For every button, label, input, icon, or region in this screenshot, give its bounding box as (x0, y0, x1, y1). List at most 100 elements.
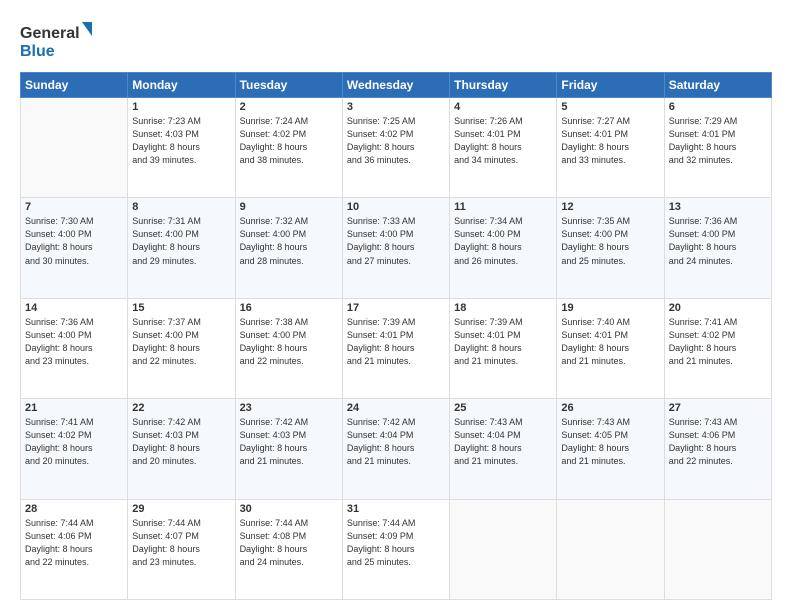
calendar-cell: 10Sunrise: 7:33 AMSunset: 4:00 PMDayligh… (342, 198, 449, 298)
cell-content: Sunrise: 7:44 AMSunset: 4:09 PMDaylight:… (347, 517, 445, 569)
calendar-cell: 15 Sunrise: 7:37 AMSunset: 4:00 PMDayligh… (128, 298, 235, 398)
calendar-cell: 27Sunrise: 7:43 AMSunset: 4:06 PMDayligh… (664, 399, 771, 499)
calendar-cell: 29 Sunrise: 7:44 AMSunset: 4:07 PMDayligh… (128, 499, 235, 599)
calendar-cell: 13 Sunrise: 7:36 AMSunset: 4:00 PMDayligh… (664, 198, 771, 298)
day-header-thursday: Thursday (450, 73, 557, 98)
day-number: 23 (240, 402, 338, 414)
calendar-cell: 20 Sunrise: 7:41 AMSunset: 4:02 PMDayligh… (664, 298, 771, 398)
cell-content: Sunrise: 7:37 AMSunset: 4:00 PMDaylight:… (132, 316, 230, 368)
day-number: 27 (669, 402, 767, 414)
calendar-cell (450, 499, 557, 599)
calendar-cell: 6 Sunrise: 7:29 AMSunset: 4:01 PMDaylight… (664, 98, 771, 198)
calendar-week-2: 7 Sunrise: 7:30 AMSunset: 4:00 PMDaylight… (21, 198, 772, 298)
day-number: 24 (347, 402, 445, 414)
calendar-week-3: 14 Sunrise: 7:36 AMSunset: 4:00 PMDayligh… (21, 298, 772, 398)
cell-content: Sunrise: 7:36 AMSunset: 4:00 PMDaylight:… (669, 215, 767, 267)
day-number: 13 (669, 201, 767, 213)
cell-content: Sunrise: 7:35 AMSunset: 4:00 PMDaylight:… (561, 215, 659, 267)
cell-content: Sunrise: 7:31 AMSunset: 4:00 PMDaylight:… (132, 215, 230, 267)
cell-content: Sunrise: 7:42 AMSunset: 4:03 PMDaylight:… (132, 416, 230, 468)
cell-content: Sunrise: 7:25 AMSunset: 4:02 PMDaylight:… (347, 115, 445, 167)
cell-content: Sunrise: 7:27 AMSunset: 4:01 PMDaylight:… (561, 115, 659, 167)
calendar-table: SundayMondayTuesdayWednesdayThursdayFrid… (20, 72, 772, 600)
calendar-cell: 26Sunrise: 7:43 AMSunset: 4:05 PMDayligh… (557, 399, 664, 499)
calendar-cell: 8Sunrise: 7:31 AMSunset: 4:00 PMDaylight… (128, 198, 235, 298)
calendar-cell: 24 Sunrise: 7:42 AMSunset: 4:04 PMDayligh… (342, 399, 449, 499)
calendar-cell: 19 Sunrise: 7:40 AMSunset: 4:01 PMDayligh… (557, 298, 664, 398)
calendar-cell: 21Sunrise: 7:41 AMSunset: 4:02 PMDayligh… (21, 399, 128, 499)
day-number: 30 (240, 503, 338, 515)
cell-content: Sunrise: 7:36 AMSunset: 4:00 PMDaylight:… (25, 316, 123, 368)
calendar-cell: 18 Sunrise: 7:39 AMSunset: 4:01 PMDayligh… (450, 298, 557, 398)
cell-content: Sunrise: 7:23 AMSunset: 4:03 PMDaylight:… (132, 115, 230, 167)
day-number: 10 (347, 201, 445, 213)
day-number: 22 (132, 402, 230, 414)
day-number: 28 (25, 503, 123, 515)
calendar-cell: 2 Sunrise: 7:24 AMSunset: 4:02 PMDaylight… (235, 98, 342, 198)
day-header-wednesday: Wednesday (342, 73, 449, 98)
cell-content: Sunrise: 7:44 AMSunset: 4:06 PMDaylight:… (25, 517, 123, 569)
day-number: 18 (454, 302, 552, 314)
calendar-cell: 1Sunrise: 7:23 AMSunset: 4:03 PMDaylight… (128, 98, 235, 198)
logo: GeneralBlue (20, 18, 100, 62)
day-number: 29 (132, 503, 230, 515)
cell-content: Sunrise: 7:44 AMSunset: 4:08 PMDaylight:… (240, 517, 338, 569)
svg-text:Blue: Blue (20, 43, 55, 60)
cell-content: Sunrise: 7:39 AMSunset: 4:01 PMDaylight:… (454, 316, 552, 368)
calendar-cell: 23 Sunrise: 7:42 AMSunset: 4:03 PMDayligh… (235, 399, 342, 499)
cell-content: Sunrise: 7:43 AMSunset: 4:04 PMDaylight:… (454, 416, 552, 468)
calendar-cell: 22 Sunrise: 7:42 AMSunset: 4:03 PMDayligh… (128, 399, 235, 499)
cell-content: Sunrise: 7:41 AMSunset: 4:02 PMDaylight:… (669, 316, 767, 368)
cell-content: Sunrise: 7:30 AMSunset: 4:00 PMDaylight:… (25, 215, 123, 267)
day-number: 9 (240, 201, 338, 213)
day-number: 14 (25, 302, 123, 314)
logo-svg: GeneralBlue (20, 18, 100, 62)
calendar-cell: 4 Sunrise: 7:26 AMSunset: 4:01 PMDaylight… (450, 98, 557, 198)
day-number: 5 (561, 101, 659, 113)
calendar-cell: 16Sunrise: 7:38 AMSunset: 4:00 PMDayligh… (235, 298, 342, 398)
day-number: 15 (132, 302, 230, 314)
day-header-tuesday: Tuesday (235, 73, 342, 98)
day-number: 31 (347, 503, 445, 515)
calendar-cell (664, 499, 771, 599)
cell-content: Sunrise: 7:44 AMSunset: 4:07 PMDaylight:… (132, 517, 230, 569)
day-header-friday: Friday (557, 73, 664, 98)
cell-content: Sunrise: 7:34 AMSunset: 4:00 PMDaylight:… (454, 215, 552, 267)
svg-text:General: General (20, 25, 80, 42)
calendar-cell: 5 Sunrise: 7:27 AMSunset: 4:01 PMDaylight… (557, 98, 664, 198)
calendar-cell: 14 Sunrise: 7:36 AMSunset: 4:00 PMDayligh… (21, 298, 128, 398)
calendar-week-5: 28 Sunrise: 7:44 AMSunset: 4:06 PMDayligh… (21, 499, 772, 599)
header: GeneralBlue (20, 18, 772, 62)
day-header-monday: Monday (128, 73, 235, 98)
day-header-saturday: Saturday (664, 73, 771, 98)
calendar-cell: 30 Sunrise: 7:44 AMSunset: 4:08 PMDayligh… (235, 499, 342, 599)
day-number: 12 (561, 201, 659, 213)
calendar-cell: 12 Sunrise: 7:35 AMSunset: 4:00 PMDayligh… (557, 198, 664, 298)
calendar-cell: 28 Sunrise: 7:44 AMSunset: 4:06 PMDayligh… (21, 499, 128, 599)
day-number: 11 (454, 201, 552, 213)
day-number: 6 (669, 101, 767, 113)
day-number: 7 (25, 201, 123, 213)
cell-content: Sunrise: 7:43 AMSunset: 4:05 PMDaylight:… (561, 416, 659, 468)
cell-content: Sunrise: 7:26 AMSunset: 4:01 PMDaylight:… (454, 115, 552, 167)
cell-content: Sunrise: 7:32 AMSunset: 4:00 PMDaylight:… (240, 215, 338, 267)
day-number: 3 (347, 101, 445, 113)
day-number: 4 (454, 101, 552, 113)
calendar-cell: 7 Sunrise: 7:30 AMSunset: 4:00 PMDaylight… (21, 198, 128, 298)
day-number: 2 (240, 101, 338, 113)
cell-content: Sunrise: 7:40 AMSunset: 4:01 PMDaylight:… (561, 316, 659, 368)
cell-content: Sunrise: 7:42 AMSunset: 4:03 PMDaylight:… (240, 416, 338, 468)
calendar-cell (21, 98, 128, 198)
calendar-cell: 17Sunrise: 7:39 AMSunset: 4:01 PMDayligh… (342, 298, 449, 398)
day-number: 19 (561, 302, 659, 314)
cell-content: Sunrise: 7:29 AMSunset: 4:01 PMDaylight:… (669, 115, 767, 167)
calendar-cell: 3 Sunrise: 7:25 AMSunset: 4:02 PMDaylight… (342, 98, 449, 198)
day-number: 25 (454, 402, 552, 414)
day-number: 20 (669, 302, 767, 314)
calendar-cell: 25 Sunrise: 7:43 AMSunset: 4:04 PMDayligh… (450, 399, 557, 499)
cell-content: Sunrise: 7:39 AMSunset: 4:01 PMDaylight:… (347, 316, 445, 368)
cell-content: Sunrise: 7:24 AMSunset: 4:02 PMDaylight:… (240, 115, 338, 167)
calendar-cell: 9 Sunrise: 7:32 AMSunset: 4:00 PMDaylight… (235, 198, 342, 298)
cell-content: Sunrise: 7:42 AMSunset: 4:04 PMDaylight:… (347, 416, 445, 468)
calendar-cell: 11 Sunrise: 7:34 AMSunset: 4:00 PMDayligh… (450, 198, 557, 298)
